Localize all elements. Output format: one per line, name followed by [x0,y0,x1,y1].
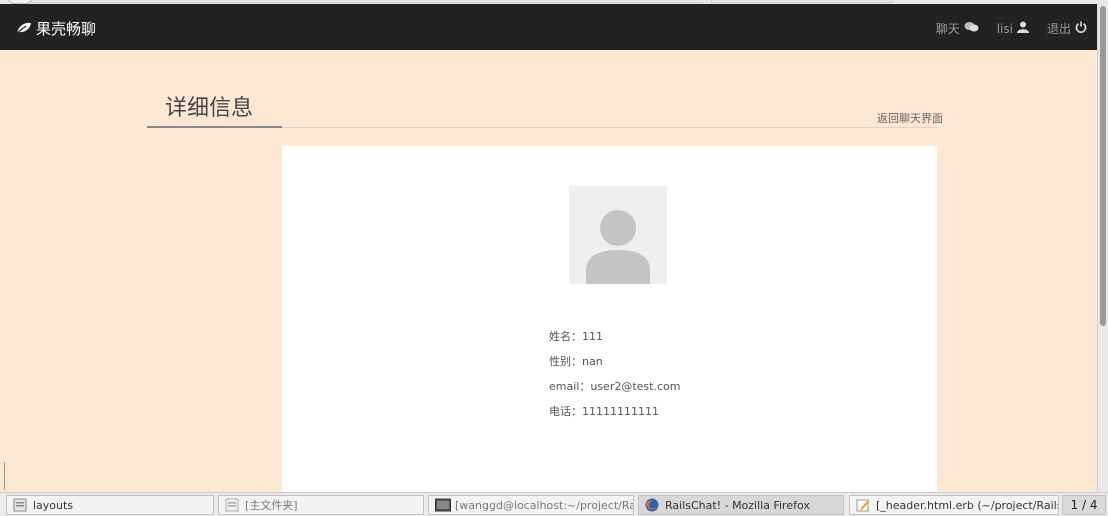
taskbar-item-firefox[interactable]: RailsChat! - Mozilla Firefox [638,495,844,515]
file-manager-icon [13,498,27,512]
avatar [569,186,667,284]
nav-chat-link[interactable]: 聊天 [936,20,979,37]
taskbar-item-terminal[interactable]: [wanggd@localhost:~/project/Rails… [428,495,634,515]
page-title: 详细信息 [165,96,254,121]
user-icon [1016,21,1029,36]
profile-row-name: 姓名：111 [549,324,680,349]
default-avatar-icon [586,210,650,284]
taskbar-label: [wanggd@localhost:~/project/Rails… [455,498,633,512]
taskbar-item-text-editor[interactable]: [_header.html.erb (~/project/RailsC… [849,495,1059,515]
page-scrollbar[interactable] [1097,4,1108,492]
taskbar-item-home-folder[interactable]: [主文件夹] [218,495,424,515]
title-underline [147,126,282,128]
leaf-icon [16,20,32,38]
desktop-taskbar: layouts [主文件夹] [wanggd@localhost:~/proje… [0,492,1108,516]
brand-name: 果壳畅聊 [36,20,97,38]
back-to-chat-link[interactable]: 返回聊天界面 [877,110,943,126]
comments-icon [964,21,979,36]
info-value: 111 [582,330,603,343]
taskbar-item-layouts[interactable]: layouts [6,495,214,515]
firefox-icon [645,498,659,512]
info-value: user2@test.com [590,380,681,393]
taskbar-label: [_header.html.erb (~/project/RailsC… [876,498,1058,512]
terminal-icon [435,498,451,512]
taskbar-label: [主文件夹] [245,499,298,512]
profile-row-email: email：user2@test.com [549,374,680,399]
file-manager-icon [225,498,239,512]
info-label: 性别： [549,355,582,368]
nav-user-link[interactable]: lisi [997,20,1029,37]
taskbar-label: layouts [33,498,74,512]
url-bar[interactable] [28,0,703,3]
header-divider [282,127,937,128]
info-label: 电话： [549,405,582,418]
profile-info: 姓名：111 性别：nan email：user2@test.com 电话：11… [549,324,680,424]
workspace-pager[interactable]: 1 / 4 [1062,495,1106,515]
info-label: 姓名： [549,330,582,343]
nav-logout-link[interactable]: 退出 [1047,20,1087,37]
info-label: email： [549,380,591,393]
nav-user-label: lisi [996,21,1013,36]
nav-logout-label: 退出 [1046,22,1071,36]
profile-card: 姓名：111 性别：nan email：user2@test.com 电话：11… [282,146,937,492]
browser-search-bar[interactable] [711,0,893,3]
info-value: nan [582,355,603,368]
nav-chat-label: 聊天 [935,22,960,36]
info-value: 11111111111 [582,405,659,418]
text-editor-icon [856,498,870,512]
brand-link[interactable]: 果壳畅聊 [16,18,96,39]
taskbar-label: RailsChat! - Mozilla Firefox [665,498,810,512]
window-edge-mark [4,462,5,490]
profile-row-phone: 电话：11111111111 [549,399,680,424]
top-navbar: 果壳畅聊 聊天 lisi 退出 [0,4,1097,50]
profile-row-gender: 性别：nan [549,349,680,374]
power-icon [1075,21,1087,36]
scrollbar-thumb[interactable] [1100,6,1106,326]
